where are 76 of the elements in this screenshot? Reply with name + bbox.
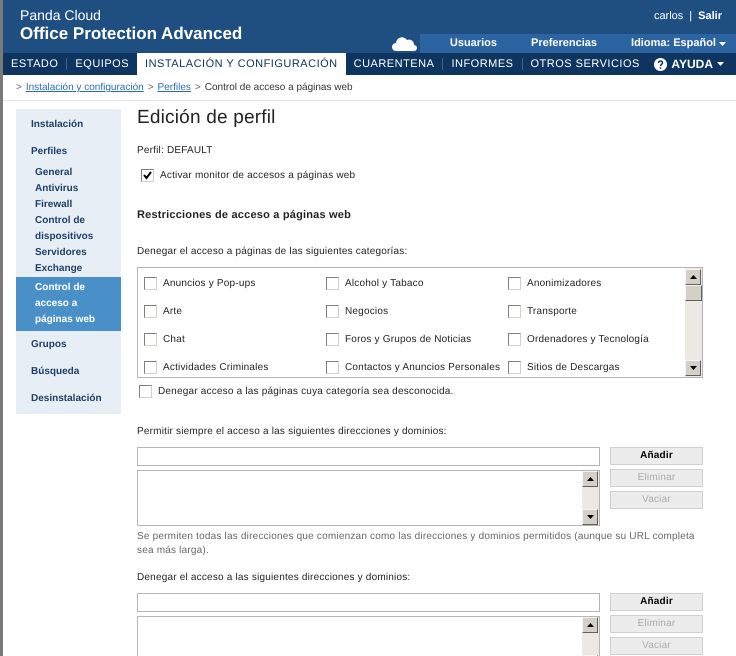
nav-tab[interactable]: INFORMES [443, 53, 522, 75]
help-icon [654, 58, 668, 70]
sidebar-subitem[interactable]: Firewall [16, 197, 121, 213]
checkbox-label: Denegar acceso a las páginas cuya categoría sea desconocida. [158, 384, 454, 398]
checkbox-label: Arte [163, 305, 182, 320]
header-link[interactable]: Usuarios [450, 35, 497, 52]
nav-tab[interactable]: EQUIPOS [67, 53, 138, 75]
address-field[interactable] [137, 592, 600, 612]
checkbox-label: Ordenadores y Tecnología [527, 332, 649, 347]
checkbox-label: Sitios de Descargas [527, 360, 620, 375]
check-icon [143, 171, 152, 180]
checkbox[interactable] [141, 169, 154, 182]
sidebar-subitem[interactable]: Control de dispositivos [16, 213, 121, 245]
checkbox-label: Activar monitor de accesos a páginas web [160, 169, 356, 183]
language-menu[interactable]: Idioma: Español [631, 35, 726, 52]
section-title: Restricciones de acceso a páginas web [137, 208, 352, 223]
sidebar-item[interactable]: Perfiles [16, 138, 121, 165]
address-field[interactable] [137, 446, 600, 466]
sidebar-item[interactable]: Grupos [16, 331, 121, 358]
list-label: Permitir siempre el acceso a las siguientes direcciones y dominios: [137, 424, 448, 438]
checkbox[interactable] [508, 277, 521, 290]
sidebar-item[interactable]: Búsqueda [16, 358, 121, 385]
checkbox[interactable] [326, 305, 339, 318]
sidebar-item[interactable]: Desinstalación [16, 385, 121, 412]
brand-subtitle: Panda Cloud [20, 8, 102, 22]
logout-link[interactable]: Salir [698, 8, 722, 24]
checkbox[interactable] [144, 360, 157, 374]
checkbox-label: Actividades Criminales [163, 360, 269, 375]
nav-tab[interactable]: INSTALACIÓN Y CONFIGURACIÓN [137, 53, 346, 75]
checkbox[interactable] [508, 305, 521, 318]
caret-icon [717, 62, 724, 66]
scroll-thumb[interactable] [685, 284, 702, 300]
checkbox[interactable] [144, 277, 157, 290]
list-label: Denegar el acceso a las siguientes direcciones y dominios: [137, 570, 412, 584]
sidebar-item[interactable]: Instalación [16, 111, 121, 138]
help-menu[interactable]: AYUDA [654, 53, 724, 75]
checkbox-label: Foros y Grupos de Noticias [345, 332, 472, 347]
brand-title: Office Protection Advanced [20, 25, 242, 42]
nav-tab[interactable]: ESTADO [3, 53, 66, 75]
checkbox[interactable] [326, 360, 339, 374]
list-button[interactable]: Añadir [610, 592, 703, 610]
breadcrumb-link[interactable]: Perfiles [158, 80, 191, 95]
header-link[interactable]: Preferencias [530, 35, 598, 52]
separator: | [689, 9, 692, 24]
breadcrumb-current: Control de acceso a páginas web [204, 81, 353, 95]
checkbox-label: Negocios [345, 305, 388, 320]
checkbox-label: Chat [163, 332, 185, 347]
checkbox[interactable] [326, 332, 339, 346]
list-button[interactable]: Añadir [610, 446, 703, 464]
sidebar-subitem[interactable]: Servidores Exchange [16, 245, 121, 277]
checkbox-label: Anuncios y Pop-ups [163, 277, 256, 292]
sidebar-subitem[interactable]: Antivirus [16, 181, 121, 197]
breadcrumb-separator: > [16, 81, 22, 95]
page-title: Edición de perfil [137, 107, 277, 129]
breadcrumb-separator: > [148, 81, 154, 95]
sidebar-subitem[interactable]: General [16, 165, 121, 181]
profile-label: Perfil: DEFAULT [137, 144, 214, 158]
breadcrumb-separator: > [194, 81, 201, 95]
hint-text: Se permiten todas las direcciones que comienzan como las direcciones y dominios permitidos (aunque su URL completa sea más larga). [137, 530, 696, 558]
checkbox[interactable] [508, 360, 521, 374]
checkbox-label: Transporte [527, 305, 577, 320]
checkbox[interactable] [508, 332, 521, 346]
breadcrumb-link[interactable]: Instalación y configuración [26, 80, 144, 95]
checkbox[interactable] [144, 305, 157, 318]
nav-tab[interactable]: OTROS SERVICIOS [522, 53, 648, 75]
caret-icon [719, 42, 726, 46]
categories-label: Denegar el acceso a páginas de las siguientes categorías: [137, 244, 408, 258]
checkbox-label: Alcohol y Tabaco [345, 277, 424, 292]
checkbox-label: Anonimizadores [527, 277, 602, 292]
cloud-icon [392, 35, 418, 51]
checkbox[interactable] [139, 384, 152, 398]
checkbox[interactable] [326, 277, 339, 290]
checkbox[interactable] [144, 332, 157, 346]
nav-tab[interactable]: CUARENTENA [346, 53, 442, 75]
user-name: carlos [654, 9, 684, 24]
checkbox-label: Contactos y Anuncios Personales [345, 360, 500, 375]
